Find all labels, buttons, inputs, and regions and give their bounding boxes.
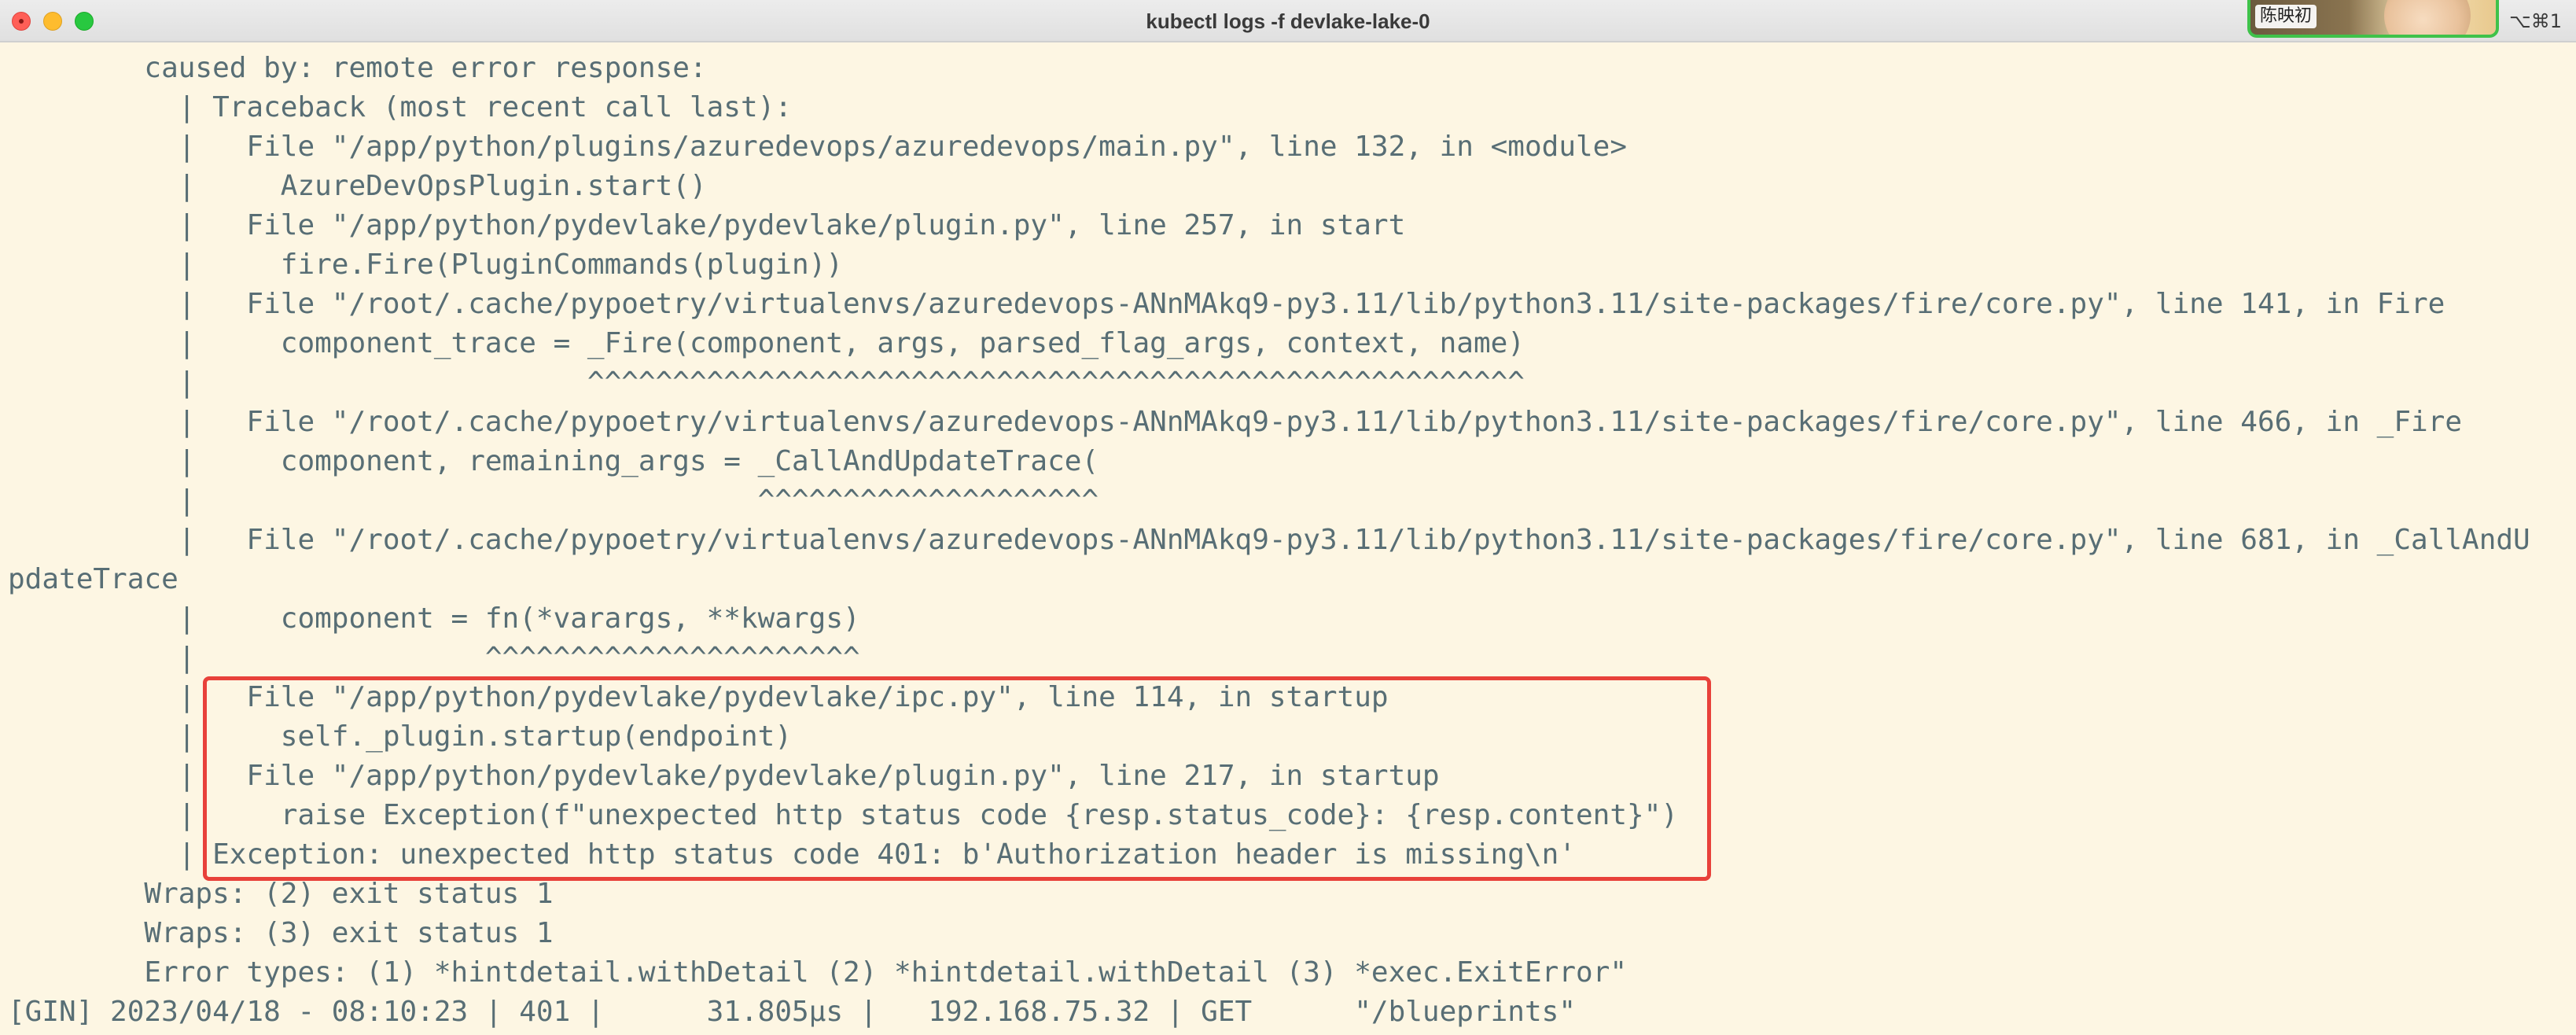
window-shortcut: ⌥⌘1	[2509, 10, 2562, 32]
log-line: | ^^^^^^^^^^^^^^^^^^^^	[8, 484, 1099, 517]
log-line: | AzureDevOpsPlugin.start()	[8, 170, 707, 202]
log-line: | component, remaining_args = _CallAndUp…	[8, 445, 1099, 477]
log-line: | component_trace = _Fire(component, arg…	[8, 327, 1525, 359]
log-line: | fire.Fire(PluginCommands(plugin))	[8, 249, 844, 281]
log-line: | File "/root/.cache/pypoetry/virtualenv…	[8, 524, 2530, 556]
log-line: Error types: (1) *hintdetail.withDetail …	[8, 956, 1628, 989]
window-title: kubectl logs -f devlake-lake-0	[1146, 9, 1430, 33]
terminal-output[interactable]: caused by: remote error response: | Trac…	[8, 49, 2576, 1032]
participant-name: 陈映初	[2255, 5, 2317, 28]
video-call-tile[interactable]: 陈映初	[2247, 0, 2499, 38]
log-line: | Traceback (most recent call last):	[8, 91, 792, 123]
log-line: | component = fn(*varargs, **kwargs)	[8, 602, 860, 635]
log-line: [GIN] 2023/04/18 - 08:10:23 | 401 | 31.8…	[8, 996, 1576, 1028]
log-line: | File "/app/python/pydevlake/pydevlake/…	[8, 209, 1406, 241]
title-bar[interactable]: kubectl logs -f devlake-lake-0 ⌥⌘1	[0, 0, 2576, 42]
log-line: | ^^^^^^^^^^^^^^^^^^^^^^	[8, 642, 860, 674]
log-line: | File "/root/.cache/pypoetry/virtualenv…	[8, 406, 2463, 438]
log-line: | File "/root/.cache/pypoetry/virtualenv…	[8, 288, 2445, 320]
log-line: | ^^^^^^^^^^^^^^^^^^^^^^^^^^^^^^^^^^^^^^…	[8, 366, 1525, 399]
log-line: | File "/app/python/plugins/azuredevops/…	[8, 131, 1628, 163]
log-line: Wraps: (3) exit status 1	[8, 917, 554, 949]
log-line: pdateTrace	[8, 563, 178, 595]
error-highlight-box	[203, 676, 1711, 881]
terminal-window: kubectl logs -f devlake-lake-0 ⌥⌘1 陈映初 c…	[0, 0, 2576, 1035]
participant-video	[2384, 0, 2471, 35]
log-line: caused by: remote error response:	[8, 52, 707, 84]
